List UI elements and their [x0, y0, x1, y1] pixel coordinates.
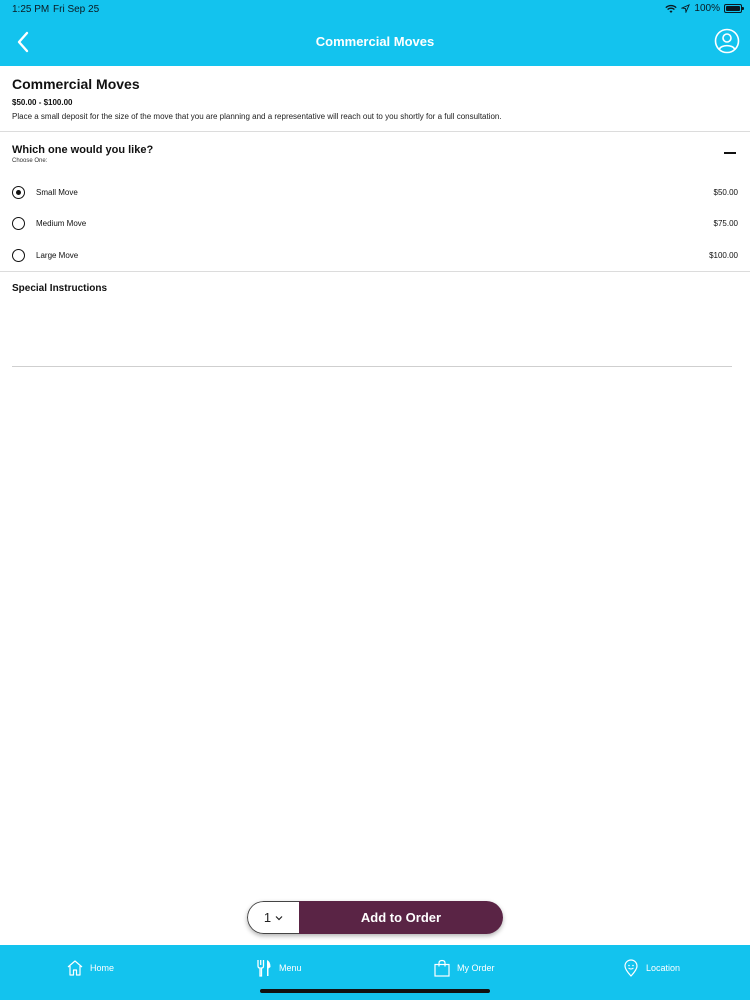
option-label: Large Move [36, 251, 79, 260]
user-icon [714, 28, 740, 54]
home-icon [67, 960, 83, 976]
special-instructions-title: Special Instructions [12, 283, 108, 294]
status-indicators: 100% [665, 3, 744, 14]
special-instructions-input[interactable] [12, 300, 732, 367]
nav-bar: Commercial Moves [0, 18, 750, 66]
option-price: $50.00 [713, 188, 738, 197]
tab-menu[interactable]: Menu [255, 957, 302, 979]
wifi-icon [665, 4, 678, 13]
quantity-select[interactable]: 1 [247, 901, 299, 934]
utensils-icon [257, 960, 271, 977]
divider [0, 271, 750, 272]
tab-my-order[interactable]: My Order [433, 957, 495, 979]
tab-location[interactable]: Location [622, 957, 680, 979]
radio-unselected[interactable] [12, 249, 25, 262]
option-group-title: Which one would you like? [12, 144, 154, 156]
status-bar: 1:25 PM Fri Sep 25 100% [0, 0, 750, 18]
add-to-order-button[interactable]: Add to Order [299, 901, 503, 934]
option-medium-move[interactable]: Medium Move $75.00 [0, 209, 750, 239]
tab-home[interactable]: Home [66, 957, 114, 979]
status-time: 1:25 PM [12, 4, 50, 15]
profile-button[interactable] [714, 28, 740, 54]
quantity-value: 1 [263, 910, 272, 925]
shopping-bag-icon [434, 959, 450, 977]
option-large-move[interactable]: Large Move $100.00 [0, 241, 750, 271]
tab-label: Menu [279, 963, 302, 973]
product-header: Commercial Moves $50.00 - $100.00 Place … [12, 76, 738, 121]
collapse-icon[interactable] [724, 152, 736, 154]
radio-selected[interactable] [12, 186, 25, 199]
option-label: Medium Move [36, 219, 87, 228]
product-description: Place a small deposit for the size of th… [12, 112, 502, 121]
divider [0, 131, 750, 132]
status-date: Fri Sep 25 [53, 4, 100, 15]
option-price: $100.00 [709, 251, 738, 260]
location-arrow-icon [681, 4, 691, 13]
option-group-header: Which one would you like? Choose One: [12, 144, 738, 164]
home-indicator[interactable] [260, 989, 490, 993]
radio-unselected[interactable] [12, 217, 25, 230]
option-small-move[interactable]: Small Move $50.00 [0, 178, 750, 208]
option-price: $75.00 [713, 219, 738, 228]
nav-title: Commercial Moves [315, 34, 435, 49]
tab-label: Location [646, 963, 681, 973]
battery-percent: 100% [694, 3, 720, 14]
battery-icon [724, 4, 744, 13]
option-group-subtitle: Choose One: [12, 158, 48, 164]
tab-label: My Order [457, 963, 495, 973]
order-bar: 1 Add to Order [247, 901, 503, 934]
tab-label: Home [90, 963, 115, 973]
option-label: Small Move [36, 188, 78, 197]
location-pin-icon [624, 959, 638, 977]
product-price-range: $50.00 - $100.00 [12, 98, 73, 107]
chevron-down-icon [275, 915, 283, 920]
product-title: Commercial Moves [12, 76, 140, 92]
